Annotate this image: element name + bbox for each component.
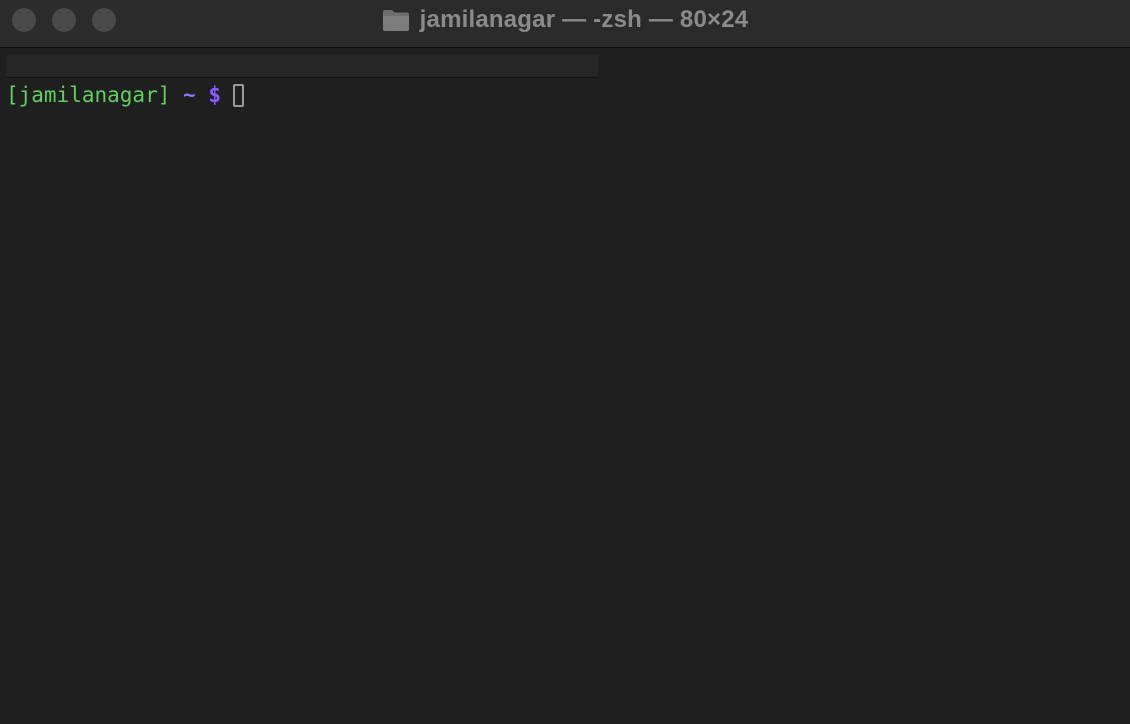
folder-icon	[382, 10, 409, 31]
prompt-symbol: $	[208, 83, 221, 107]
text-cursor	[233, 83, 244, 107]
terminal-content[interactable]: [jamilanagar] ~ $	[0, 48, 1130, 724]
window-title: jamilanagar — -zsh — 80×24	[419, 6, 749, 33]
window-title-group: jamilanagar — -zsh — 80×24	[0, 0, 1130, 40]
prompt-line[interactable]: [jamilanagar] ~ $	[6, 80, 244, 110]
terminal-window: jamilanagar — -zsh — 80×24 [jamilanagar]…	[0, 0, 1130, 724]
prompt-directory: ~	[183, 83, 196, 107]
scrollback-region	[6, 55, 598, 78]
prompt-user-segment: [jamilanagar]	[6, 83, 171, 107]
title-bar[interactable]: jamilanagar — -zsh — 80×24	[0, 0, 1130, 48]
